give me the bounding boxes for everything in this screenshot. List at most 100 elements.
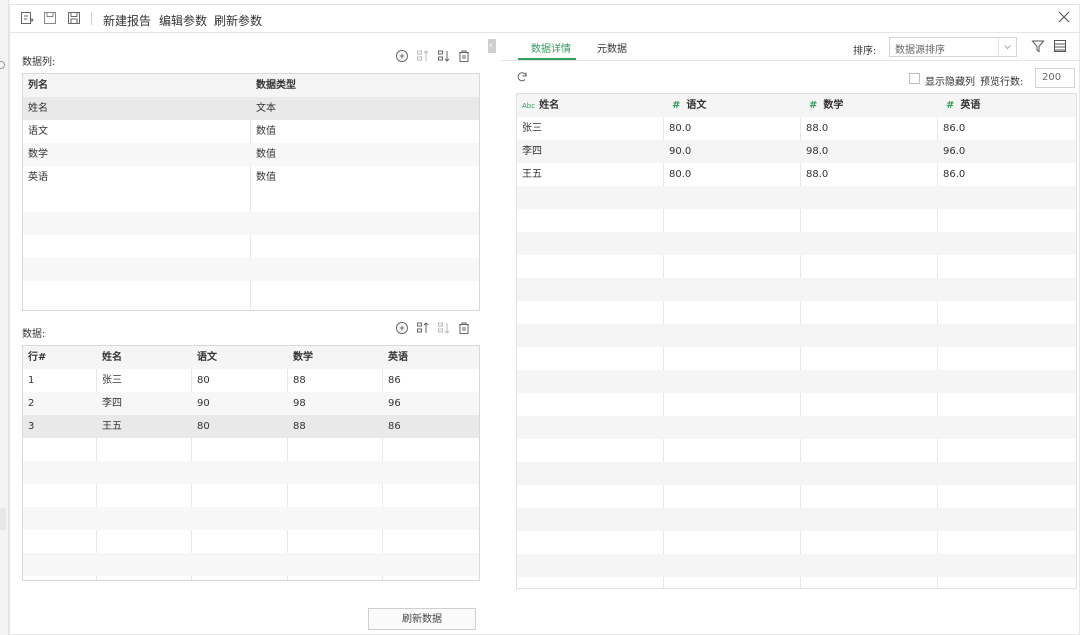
number-type-icon: #: [672, 100, 681, 111]
preview-grid-header: Abc 姓名 # 语文 # 数学 # 英语: [517, 94, 1076, 117]
preview-header-math[interactable]: # 数学: [801, 94, 937, 117]
table-row[interactable]: 李四 90.0 98.0 96.0: [517, 140, 1076, 163]
preview-cell[interactable]: 86.0: [938, 163, 965, 186]
data-cell[interactable]: 88: [288, 415, 306, 438]
empty-row: [23, 189, 479, 212]
tab-data-details[interactable]: 数据详情: [531, 40, 571, 55]
header-column-name: 列名: [28, 80, 48, 91]
data-section-title: 数据:: [22, 329, 46, 340]
empty-row: [517, 278, 1076, 301]
empty-row: [23, 212, 479, 235]
preview-cell[interactable]: 90.0: [664, 140, 691, 163]
preview-cell[interactable]: 80.0: [664, 117, 691, 140]
preview-cell[interactable]: 96.0: [938, 140, 965, 163]
column-type-cell[interactable]: 文本: [251, 97, 478, 120]
data-cell[interactable]: 80: [192, 369, 210, 392]
empty-row: [23, 258, 479, 281]
show-hidden-columns-checkbox[interactable]: [909, 73, 920, 84]
move-down-icon[interactable]: [437, 49, 451, 63]
dataset-editor-window: 新建报告 编辑参数 刷新参数 数据列: 列名 数据类型 姓名 文本 语文 数值 …: [9, 4, 1080, 635]
column-name-cell[interactable]: 姓名: [23, 97, 250, 120]
collapse-panel-handle[interactable]: ‹: [488, 39, 496, 53]
empty-row: [23, 484, 479, 507]
filter-icon[interactable]: [1031, 39, 1045, 53]
move-down-icon[interactable]: [437, 321, 451, 335]
tab-bar: 数据详情 元数据 排序: 数据源排序: [501, 33, 1079, 61]
chevron-down-icon: [1004, 45, 1011, 50]
table-row[interactable]: 1 张三 80 88 86: [23, 369, 479, 392]
data-cell[interactable]: 98: [288, 392, 306, 415]
table-row[interactable]: 张三 80.0 88.0 86.0: [517, 117, 1076, 140]
data-cell[interactable]: 李四: [97, 392, 122, 415]
export-icon[interactable]: [20, 11, 34, 25]
close-icon[interactable]: [1057, 10, 1071, 24]
show-hidden-columns-label[interactable]: 显示隐藏列: [925, 73, 975, 88]
move-up-icon[interactable]: [416, 321, 430, 335]
list-icon[interactable]: [1053, 39, 1067, 53]
column-type-cell[interactable]: 数值: [251, 166, 478, 189]
delete-icon[interactable]: [457, 321, 471, 335]
preview-header-chinese[interactable]: # 语文: [664, 94, 800, 117]
table-row[interactable]: 2 李四 90 98 96: [23, 392, 479, 415]
table-row[interactable]: 姓名 文本: [23, 97, 479, 120]
delete-icon[interactable]: [457, 49, 471, 63]
column-name-cell[interactable]: 数学: [23, 143, 250, 166]
column-type-cell[interactable]: 数值: [251, 143, 478, 166]
refresh-params-button[interactable]: 刷新参数: [214, 12, 262, 29]
data-cell[interactable]: 张三: [97, 369, 122, 392]
refresh-data-button[interactable]: 刷新数据: [368, 608, 476, 630]
empty-row: [23, 507, 479, 530]
add-circle-icon[interactable]: [395, 321, 409, 335]
row-number-cell[interactable]: 2: [23, 392, 34, 415]
preview-cell[interactable]: 88.0: [801, 163, 828, 186]
preview-cell[interactable]: 88.0: [801, 117, 828, 140]
header-label: 数学: [823, 100, 844, 111]
row-number-cell[interactable]: 1: [23, 369, 34, 392]
table-row[interactable]: 王五 80.0 88.0 86.0: [517, 163, 1076, 186]
empty-row: [517, 508, 1076, 531]
data-cell[interactable]: 96: [383, 392, 401, 415]
data-preview-grid: Abc 姓名 # 语文 # 数学 # 英语 张三 80.0 88.0 86.0 李四: [516, 93, 1077, 589]
table-row[interactable]: 英语 数值: [23, 166, 479, 189]
new-report-button[interactable]: 新建报告: [103, 12, 151, 29]
preview-cell[interactable]: 98.0: [801, 140, 828, 163]
empty-row: [517, 255, 1076, 278]
column-type-cell[interactable]: 数值: [251, 120, 478, 143]
column-name-cell[interactable]: 语文: [23, 120, 250, 143]
data-cell[interactable]: 88: [288, 369, 306, 392]
row-number-cell[interactable]: 3: [23, 415, 34, 438]
preview-cell[interactable]: 李四: [517, 140, 542, 163]
save-icon[interactable]: [43, 11, 57, 25]
data-cell[interactable]: 86: [383, 369, 401, 392]
data-cell[interactable]: 80: [192, 415, 210, 438]
header-math: 数学: [293, 352, 313, 363]
preview-cell[interactable]: 86.0: [938, 117, 965, 140]
sort-select[interactable]: 数据源排序: [889, 37, 1017, 57]
empty-row: [23, 530, 479, 553]
data-cell[interactable]: 王五: [97, 415, 122, 438]
table-row[interactable]: 语文 数值: [23, 120, 479, 143]
save-as-icon[interactable]: [67, 11, 81, 25]
tab-metadata[interactable]: 元数据: [597, 40, 627, 55]
data-cell[interactable]: 86: [383, 415, 401, 438]
circle-icon: [0, 61, 5, 69]
preview-header-name[interactable]: Abc 姓名: [517, 94, 663, 117]
edit-params-button[interactable]: 编辑参数: [159, 12, 207, 29]
column-name-cell[interactable]: 英语: [23, 166, 250, 189]
header-label: 语文: [686, 100, 707, 111]
empty-row: [23, 281, 479, 304]
preview-cell[interactable]: 80.0: [664, 163, 691, 186]
preview-cell[interactable]: 王五: [517, 163, 542, 186]
add-circle-icon[interactable]: [395, 49, 409, 63]
preview-header-english[interactable]: # 英语: [938, 94, 1075, 117]
preview-cell[interactable]: 张三: [517, 117, 542, 140]
move-up-icon[interactable]: [416, 49, 430, 63]
table-row[interactable]: 数学 数值: [23, 143, 479, 166]
preview-rows-input[interactable]: 200: [1035, 68, 1075, 88]
dropdown-button[interactable]: [998, 38, 1016, 56]
table-row[interactable]: 3 王五 80 88 86: [23, 415, 479, 438]
data-cell[interactable]: 90: [192, 392, 210, 415]
empty-row: [517, 416, 1076, 439]
reload-icon[interactable]: [516, 71, 528, 83]
columns-section-title: 数据列:: [22, 57, 56, 68]
